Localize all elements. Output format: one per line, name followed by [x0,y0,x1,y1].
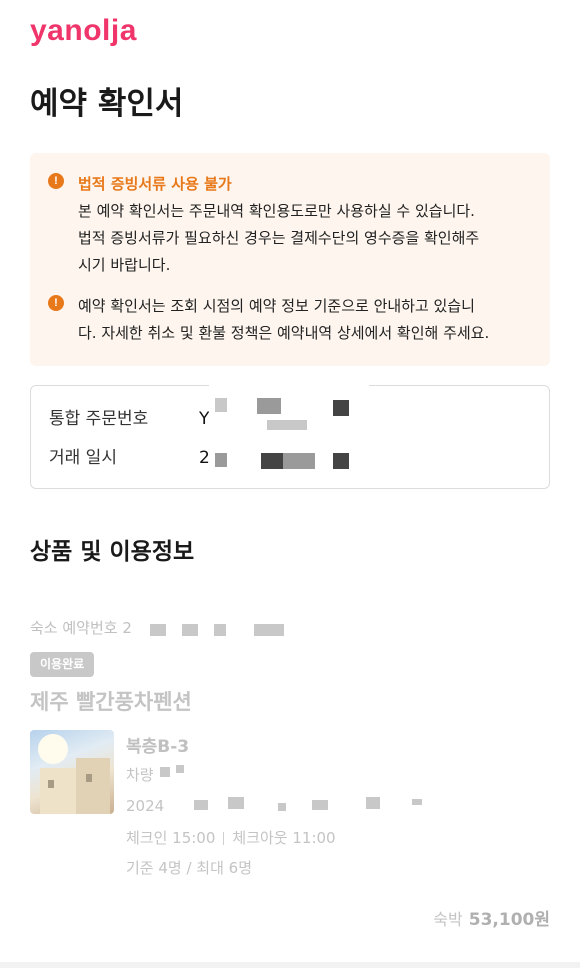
notice-item-legal: ! 법적 증빙서류 사용 불가 본 예약 확인서는 주문내역 확인용도로만 사용… [48,171,532,279]
hotel-name[interactable]: 제주 빨간풍차펜션 [30,686,192,716]
redaction-mark [214,624,226,636]
notice-line: 다. 자세한 취소 및 환불 정책은 예약내역 상세에서 확인해 주세요. [78,324,490,342]
page-title: 예약 확인서 [30,86,184,122]
price-row: 숙박 53,100원 [433,905,550,930]
exclamation-circle-icon: ! [48,173,64,189]
redaction-mark [412,799,422,805]
redaction-mark [182,624,198,636]
redaction-mark [176,765,184,773]
bottom-divider [0,962,580,968]
notice-line: 본 예약 확인서는 주문내역 확인용도로만 사용하실 수 있습니다. [78,202,475,220]
vehicle-info: 차량 [126,766,154,784]
check-in-out-row: 체크인 15:00 체크아웃 11:00 [126,827,336,848]
notice-title: 법적 증빙서류 사용 불가 [78,175,232,193]
room-type: 복층B-3 [126,737,190,757]
redaction-mark [278,803,286,811]
redaction-mark [283,453,315,469]
redaction-mark [261,453,283,469]
redaction-mark [267,420,307,430]
order-info-box: 통합 주문번호 Y 거래 일시 2 [30,384,550,489]
redaction-mark [150,624,166,636]
status-badge: 이용완료 [30,652,95,677]
stay-reservation-number: 숙소 예약번호 2 [30,619,132,637]
check-in-time: 체크인 15:00 [126,829,216,847]
order-number-label: 통합 주문번호 [49,409,149,429]
redaction-mark [366,797,380,809]
redaction-mark [333,400,349,416]
redaction-mark [215,398,227,412]
transaction-date-row: 거래 일시 2 [49,443,210,468]
section-title: 상품 및 이용정보 [30,539,195,565]
redaction-mark [228,797,244,809]
redaction-mark [333,453,349,469]
order-number-row: 통합 주문번호 Y [49,404,209,429]
price-label: 숙박 [433,910,463,929]
order-number-value: Y [199,409,210,429]
room-capacity: 기준 4명 / 최대 6명 [126,859,253,877]
price-value: 53,100원 [468,910,550,930]
notice-line: 법적 증빙서류가 필요하신 경우는 결제수단의 영수증을 확인해주 [78,229,480,247]
yanolja-logo[interactable]: yanolja [30,14,137,48]
redaction-mark [215,453,227,467]
redaction-mark [160,767,170,777]
redaction-mark [254,624,284,636]
stay-dates: 2024 [126,797,165,815]
redaction-mark [257,398,281,414]
notice-line: 시기 바랍니다. [78,256,171,274]
hotel-thumbnail-image[interactable] [30,730,114,814]
notice-box: ! 법적 증빙서류 사용 불가 본 예약 확인서는 주문내역 확인용도로만 사용… [30,153,550,366]
exclamation-circle-icon: ! [48,295,64,311]
redaction-mark [194,800,208,810]
redaction-mark [312,800,328,810]
divider [223,832,225,845]
transaction-date-label: 거래 일시 [49,448,117,468]
notice-line: 예약 확인서는 조회 시점의 예약 정보 기준으로 안내하고 있습니 [78,297,475,315]
notice-item-policy: ! 예약 확인서는 조회 시점의 예약 정보 기준으로 안내하고 있습니 다. … [48,293,532,347]
check-out-time: 체크아웃 11:00 [232,829,336,847]
